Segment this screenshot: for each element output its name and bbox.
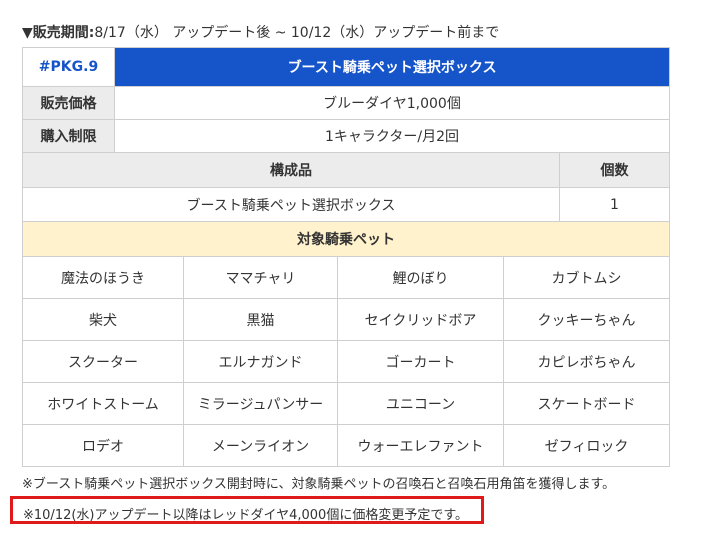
limit-row: 購入制限 1キャラクター/月2回: [22, 119, 671, 153]
price-change-notice-box: ※10/12(水)アップデート以降はレッドダイヤ4,000個に価格変更予定です。: [10, 496, 484, 524]
sales-period-value: 8/17（水） アップデート後 ~ 10/12（水）アップデート前まで: [94, 25, 500, 41]
pet-cell: ロデオ: [22, 424, 184, 467]
pet-cell: カブトムシ: [503, 256, 670, 299]
count-header: 個数: [558, 152, 671, 188]
price-value: ブルーダイヤ1,000個: [113, 86, 671, 120]
pet-cell: スケートボード: [503, 382, 670, 425]
limit-value: 1キャラクター/月2回: [113, 119, 671, 153]
sales-period-label: ▼販売期間:: [22, 25, 95, 41]
contents-item-count: 1: [558, 187, 671, 223]
note-summon-stone: ※ブースト騎乗ペット選択ボックス開封時に、対象騎乗ペットの召喚石と召喚石用角笛を…: [22, 477, 616, 492]
package-code: #PKG.9: [22, 47, 115, 87]
contents-item-row: ブースト騎乗ペット選択ボックス 1: [22, 187, 671, 223]
pet-cell: セイクリッドボア: [337, 298, 504, 341]
pet-cell: スクーター: [22, 340, 184, 383]
pet-cell: ママチャリ: [183, 256, 338, 299]
pet-cell: メーンライオン: [183, 424, 338, 467]
pet-cell: エルナガンド: [183, 340, 338, 383]
package-table: #PKG.9 ブースト騎乗ペット選択ボックス 販売価格 ブルーダイヤ1,000個…: [22, 47, 671, 223]
pet-cell: カピレボちゃん: [503, 340, 670, 383]
price-change-notice: ※10/12(水)アップデート以降はレッドダイヤ4,000個に価格変更予定です。: [23, 508, 469, 523]
contents-item-name: ブースト騎乗ペット選択ボックス: [22, 187, 560, 223]
pet-cell: ウォーエレファント: [337, 424, 504, 467]
pet-cell: ユニコーン: [337, 382, 504, 425]
pets-row: ホワイトストーム ミラージュパンサー ユニコーン スケートボード: [22, 382, 670, 425]
contents-header-row: 構成品 個数: [22, 152, 671, 188]
pet-cell: ミラージュパンサー: [183, 382, 338, 425]
contents-header: 構成品: [22, 152, 560, 188]
pet-cell: ゼフィロック: [503, 424, 670, 467]
price-label: 販売価格: [22, 86, 115, 120]
pets-row: 魔法のほうき ママチャリ 鯉のぼり カブトムシ: [22, 256, 670, 299]
pet-cell: ホワイトストーム: [22, 382, 184, 425]
pets-header-row: 対象騎乗ペット: [22, 221, 670, 257]
pet-cell: クッキーちゃん: [503, 298, 670, 341]
package-header-row: #PKG.9 ブースト騎乗ペット選択ボックス: [22, 47, 671, 87]
package-title: ブースト騎乗ペット選択ボックス: [113, 47, 671, 87]
pets-row: スクーター エルナガンド ゴーカート カピレボちゃん: [22, 340, 670, 383]
pet-cell: 鯉のぼり: [337, 256, 504, 299]
pets-row: ロデオ メーンライオン ウォーエレファント ゼフィロック: [22, 424, 670, 467]
pets-header: 対象騎乗ペット: [22, 221, 670, 257]
pet-cell: 魔法のほうき: [22, 256, 184, 299]
pet-cell: 柴犬: [22, 298, 184, 341]
pet-cell: 黒猫: [183, 298, 338, 341]
sales-period: ▼販売期間:8/17（水） アップデート後 ~ 10/12（水）アップデート前ま…: [22, 22, 499, 42]
limit-label: 購入制限: [22, 119, 115, 153]
pets-row: 柴犬 黒猫 セイクリッドボア クッキーちゃん: [22, 298, 670, 341]
pets-table: 対象騎乗ペット 魔法のほうき ママチャリ 鯉のぼり カブトムシ 柴犬 黒猫 セイ…: [22, 221, 670, 467]
price-row: 販売価格 ブルーダイヤ1,000個: [22, 86, 671, 120]
pet-cell: ゴーカート: [337, 340, 504, 383]
